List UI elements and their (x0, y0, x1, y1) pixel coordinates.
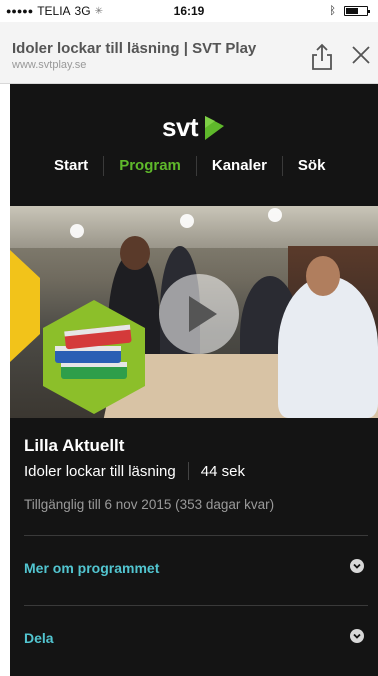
video-scene-head (306, 256, 340, 296)
episode-row: Idoler lockar till läsning 44 sek (24, 462, 245, 480)
status-right: ᛒ (329, 5, 370, 17)
chevron-down-icon (350, 629, 364, 643)
episode-duration: 44 sek (200, 462, 245, 480)
status-bar: ●●●●● TELIA 3G ✳ 16:19 ᛒ (0, 0, 378, 22)
availability-text: Tillgänglig till 6 nov 2015 (353 dagar k… (24, 497, 275, 512)
play-logo-icon (205, 115, 225, 140)
main-nav: Start Program Kanaler Sök (10, 155, 378, 177)
section-label: Dela (24, 630, 54, 646)
play-button[interactable] (159, 274, 239, 354)
logo-text: svt (162, 112, 199, 142)
books-icon (43, 300, 145, 414)
video-scene-person (278, 276, 378, 418)
battery-icon (344, 6, 370, 16)
share-icon[interactable] (309, 42, 335, 72)
divider (187, 462, 189, 480)
section-label: Mer om programmet (24, 560, 160, 576)
episode-title: Idoler lockar till läsning (24, 462, 176, 480)
play-icon (189, 296, 217, 332)
nav-sok[interactable]: Sök (283, 156, 341, 176)
ceiling-light (180, 214, 194, 228)
bluetooth-icon: ᛒ (329, 5, 336, 17)
video-scene-ceiling (10, 206, 378, 248)
video-scene-head (120, 236, 150, 270)
program-title[interactable]: Lilla Aktuellt (24, 436, 124, 456)
nav-program[interactable]: Program (104, 156, 197, 176)
phone-screen: ●●●●● TELIA 3G ✳ 16:19 ᛒ Idoler lockar t… (0, 0, 378, 676)
chevron-down-icon (350, 559, 364, 573)
status-time: 16:19 (173, 4, 205, 18)
section-more-about-program[interactable]: Mer om programmet (24, 535, 368, 599)
nav-start[interactable]: Start (10, 156, 105, 176)
ceiling-light (70, 224, 84, 238)
program-badge-yellow (10, 250, 40, 362)
browser-bar: Idoler lockar till läsning | SVT Play ww… (0, 22, 378, 84)
ceiling-light (268, 208, 282, 222)
nav-kanaler[interactable]: Kanaler (197, 156, 283, 176)
svt-play-app: svt Start Program Kanaler Sök Lilla Aktu… (10, 84, 378, 676)
section-share[interactable]: Dela (24, 605, 368, 669)
page-url[interactable]: www.svtplay.se (12, 59, 86, 71)
svt-play-logo[interactable]: svt (162, 112, 228, 143)
close-icon[interactable] (350, 44, 372, 66)
video-player[interactable] (10, 206, 378, 418)
page-title: Idoler lockar till läsning | SVT Play (12, 40, 257, 57)
